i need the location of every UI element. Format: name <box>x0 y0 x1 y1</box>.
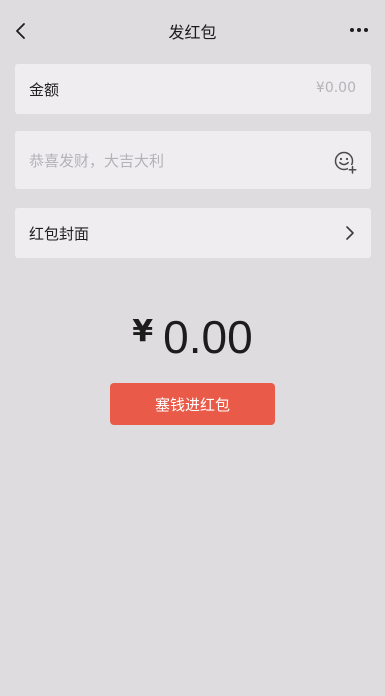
amount-input-value[interactable]: ¥0.00 <box>316 80 356 96</box>
chevron-right-icon <box>346 226 354 240</box>
more-dots-icon <box>350 28 368 32</box>
stuff-money-button[interactable]: 塞钱进红包 <box>110 383 275 425</box>
currency-symbol: ¥ <box>132 314 154 349</box>
top-navigation-bar: 发红包 <box>0 0 385 62</box>
total-amount-value: 0.00 <box>163 311 253 363</box>
total-amount-display: ¥0.00 <box>0 310 385 364</box>
greeting-message-field[interactable]: 恭喜发财，大吉大利 <box>15 131 371 189</box>
cover-label: 红包封面 <box>29 225 90 243</box>
amount-field[interactable]: 金额 ¥0.00 <box>15 64 371 114</box>
greeting-message-input[interactable]: 恭喜发财，大吉大利 <box>29 150 164 171</box>
emoji-add-icon <box>334 151 357 174</box>
page-title: 发红包 <box>168 23 217 42</box>
emoji-button[interactable] <box>333 150 357 174</box>
amount-label: 金额 <box>29 81 60 99</box>
red-packet-cover-row[interactable]: 红包封面 <box>15 208 371 258</box>
more-options-button[interactable] <box>347 19 371 41</box>
